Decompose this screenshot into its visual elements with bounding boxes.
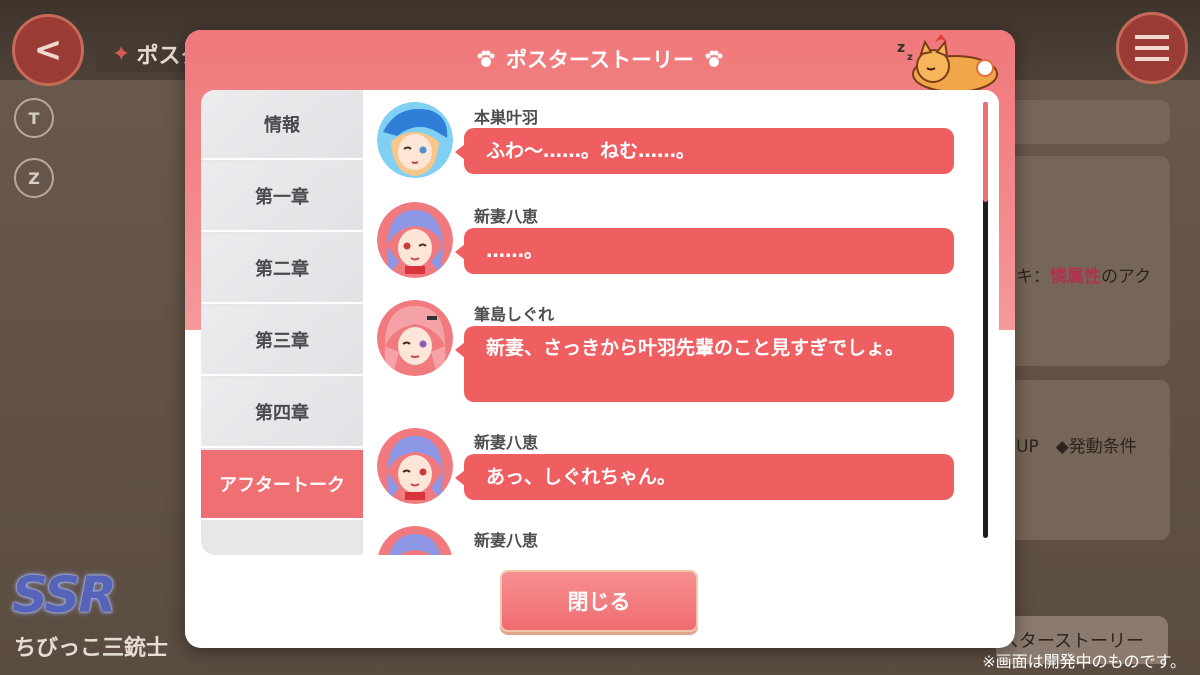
message-bubble: あっ、しぐれちゃん。 (455, 454, 954, 500)
card-name: ちびっこ三銃士 (14, 636, 169, 661)
speaker-name: 本巣叶羽 (474, 108, 539, 127)
message-bubble: 新妻、さっきから叶羽先輩のこと見すぎでしょ。 (455, 326, 954, 402)
svg-text:z: z (897, 40, 905, 56)
svg-text:z: z (907, 52, 913, 63)
story-transcript[interactable]: 本巣叶羽 ふわ〜……。ねむ……。 新妻八恵 ……。 筆島しぐれ 新妻、さっきから… (363, 90, 999, 555)
yae-avatar (377, 202, 453, 278)
rarity-badge: SSR (12, 566, 117, 624)
poster-story-dialog: ポスターストーリー z z 情報 第一章 第二章 第三章 第四章 アフタートーク (185, 30, 1015, 648)
tab-info[interactable]: 情報 (201, 90, 363, 160)
menu-icon (1135, 35, 1169, 61)
background-panel-top (1000, 100, 1170, 144)
tab-chapter-2[interactable]: 第二章 (201, 234, 363, 304)
paw-icon (704, 49, 724, 69)
background-panel-skill (1000, 156, 1170, 366)
tab-chapter-3[interactable]: 第三章 (201, 306, 363, 376)
speaker-name: 新妻八恵 (474, 433, 539, 452)
skill-description: キ：憐属性のアク (1016, 267, 1152, 287)
scrollbar-thumb[interactable] (983, 102, 988, 202)
speaker-name: 新妻八恵 (474, 531, 539, 550)
message-bubble: ……。 (455, 228, 954, 274)
dialog-title-text: ポスターストーリー (506, 48, 694, 72)
dialog-title: ポスターストーリー (185, 44, 1015, 74)
development-notice: ※画面は開発中のものです。 (982, 652, 1186, 671)
back-button[interactable]: < (12, 14, 84, 86)
background-panel-ability (1000, 380, 1170, 540)
shigure-avatar (377, 300, 453, 376)
ability-description: UP ◆発動条件 (1016, 437, 1137, 457)
zoom-toggle-icon[interactable]: Z (14, 158, 54, 198)
speaker-name: 筆島しぐれ (474, 305, 555, 324)
sleeping-mascot-icon: z z (897, 34, 998, 93)
kanau-avatar (377, 102, 453, 178)
back-arrow-icon: < (33, 30, 63, 70)
yae-avatar (377, 526, 453, 555)
yae-avatar (377, 428, 453, 504)
speaker-name: 新妻八恵 (474, 207, 539, 226)
dialog-content: 情報 第一章 第二章 第三章 第四章 アフタートーク 本巣叶羽 ふわ〜……。ねむ… (201, 90, 999, 555)
sparkle-icon: ✦ (112, 41, 131, 67)
text-toggle-icon[interactable]: T (14, 98, 54, 138)
chapter-tabs: 情報 第一章 第二章 第三章 第四章 アフタートーク (201, 90, 363, 555)
tab-after-talk[interactable]: アフタートーク (201, 450, 363, 520)
message-bubble: ふわ〜……。ねむ……。 (455, 128, 954, 174)
tab-chapter-4[interactable]: 第四章 (201, 378, 363, 448)
menu-button[interactable] (1116, 12, 1188, 84)
tab-chapter-1[interactable]: 第一章 (201, 162, 363, 232)
close-button[interactable]: 閉じる (500, 570, 698, 632)
paw-icon (476, 49, 496, 69)
